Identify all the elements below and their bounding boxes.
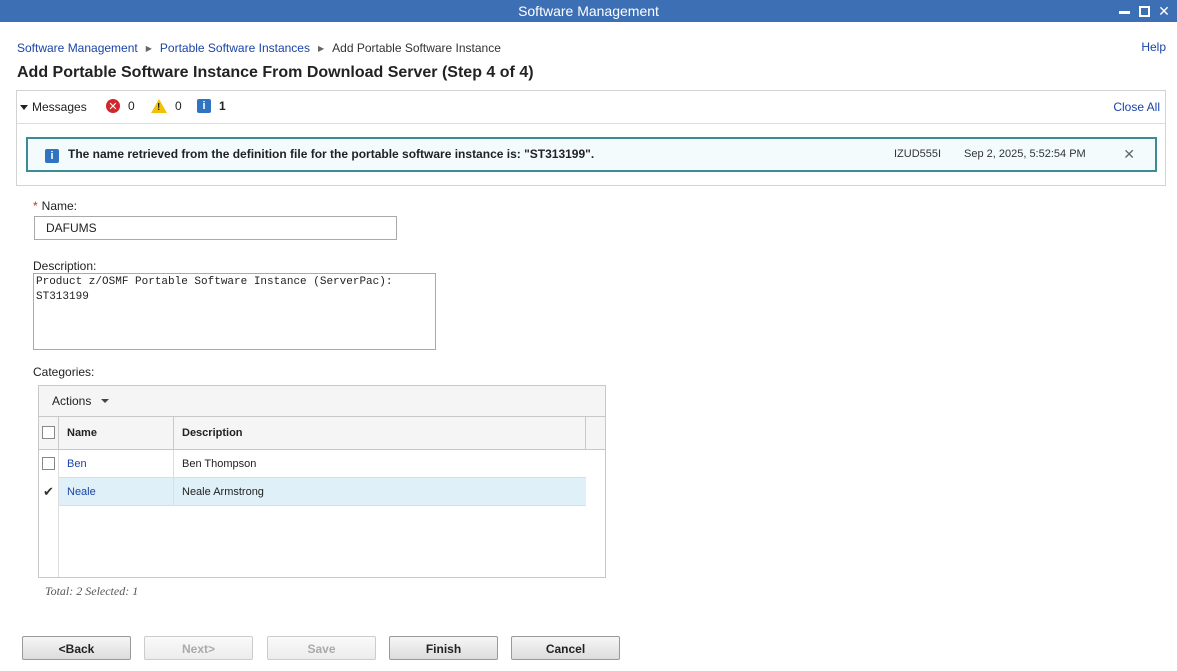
row-description: Neale Armstrong xyxy=(182,486,264,498)
actions-menu[interactable]: Actions xyxy=(39,386,605,417)
column-header-name[interactable]: Name xyxy=(59,417,174,449)
description-textarea[interactable]: Product z/OSMF Portable Software Instanc… xyxy=(33,273,436,350)
categories-label: Categories: xyxy=(33,365,95,379)
table-header: Name Description xyxy=(39,417,605,450)
row-name-link[interactable]: Ben xyxy=(59,450,174,477)
row-checkbox-neale[interactable]: ✔ xyxy=(42,485,55,498)
next-button[interactable]: Next> xyxy=(144,636,253,660)
maximize-icon[interactable] xyxy=(1135,2,1153,20)
breadcrumb-separator-icon: ▶ xyxy=(145,43,152,53)
back-button[interactable]: <Back xyxy=(22,636,131,660)
messages-label: Messages xyxy=(32,100,87,114)
page-title: Add Portable Software Instance From Down… xyxy=(17,64,534,81)
name-input[interactable] xyxy=(34,216,397,240)
warning-count[interactable]: ! 0 xyxy=(151,99,182,113)
help-link[interactable]: Help xyxy=(1141,40,1166,54)
error-count[interactable]: ✕ 0 xyxy=(106,99,135,113)
chevron-down-icon xyxy=(101,399,110,403)
breadcrumb-portable-software-instances[interactable]: Portable Software Instances xyxy=(160,41,310,55)
close-all-link[interactable]: Close All xyxy=(1113,100,1160,114)
row-selector-gutter: ✔ xyxy=(39,450,59,577)
window-title: Software Management xyxy=(518,3,659,19)
description-label: Description: xyxy=(33,259,97,273)
required-icon: * xyxy=(33,199,38,213)
save-button[interactable]: Save xyxy=(267,636,376,660)
table-row[interactable]: Neale Neale Armstrong xyxy=(59,478,586,506)
messages-panel: Messages ✕ 0 ! 0 i 1 Close All i The nam… xyxy=(16,90,1166,186)
collapse-triangle-icon xyxy=(20,104,28,110)
messages-header: Messages ✕ 0 ! 0 i 1 Close All xyxy=(17,91,1165,124)
finish-button[interactable]: Finish xyxy=(389,636,498,660)
warning-icon: ! xyxy=(151,99,167,113)
error-icon: ✕ xyxy=(106,99,120,113)
cancel-button[interactable]: Cancel xyxy=(511,636,620,660)
categories-table: Actions Name Description ✔ Ben Ben Thomp… xyxy=(38,385,606,578)
message-text: The name retrieved from the definition f… xyxy=(68,147,595,161)
info-icon: i xyxy=(197,99,211,113)
messages-toggle[interactable]: Messages xyxy=(20,100,87,114)
select-all-cell xyxy=(39,417,59,449)
row-description: Ben Thompson xyxy=(182,458,257,470)
row-name-link[interactable]: Neale xyxy=(59,478,174,505)
table-row[interactable]: Ben Ben Thompson xyxy=(59,450,586,478)
window-titlebar: Software Management ✕ xyxy=(0,0,1177,22)
select-all-checkbox[interactable] xyxy=(42,426,55,439)
error-count-value: 0 xyxy=(128,99,135,113)
table-footer-summary: Total: 2 Selected: 1 xyxy=(45,584,139,598)
info-message: i The name retrieved from the definition… xyxy=(26,137,1157,172)
close-icon[interactable]: ✕ xyxy=(1155,2,1173,20)
warning-count-value: 0 xyxy=(175,99,182,113)
info-count-value: 1 xyxy=(219,99,226,113)
info-icon: i xyxy=(45,149,59,163)
name-label-text: Name: xyxy=(41,199,78,213)
message-close-icon[interactable]: ✕ xyxy=(1123,146,1135,163)
minimize-icon[interactable] xyxy=(1115,2,1133,20)
column-header-description[interactable]: Description xyxy=(174,417,586,449)
breadcrumb-current: Add Portable Software Instance xyxy=(332,41,501,55)
breadcrumb-software-management[interactable]: Software Management xyxy=(17,41,138,55)
actions-label: Actions xyxy=(52,394,92,408)
name-label: * Name: xyxy=(33,199,77,213)
message-id[interactable]: IZUD555I xyxy=(894,148,941,160)
breadcrumb: Software Management ▶ Portable Software … xyxy=(17,40,501,56)
message-timestamp: Sep 2, 2025, 5:52:54 PM xyxy=(964,148,1086,160)
breadcrumb-separator-icon: ▶ xyxy=(317,43,325,53)
row-checkbox-ben[interactable] xyxy=(42,457,55,470)
info-count[interactable]: i 1 xyxy=(197,99,226,113)
